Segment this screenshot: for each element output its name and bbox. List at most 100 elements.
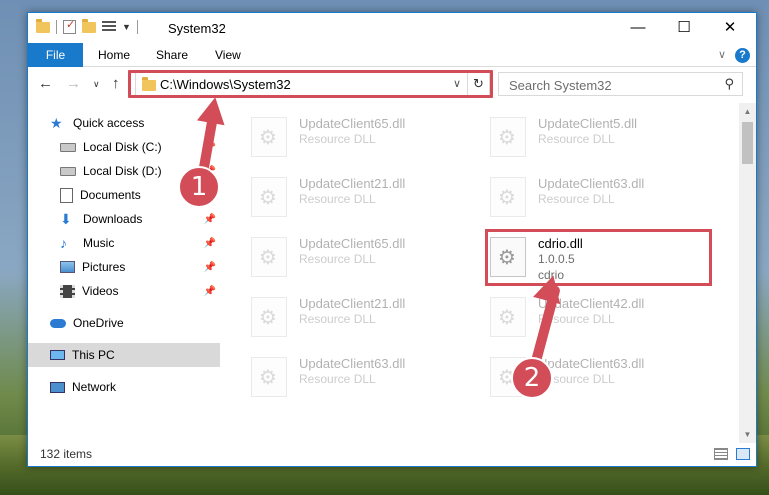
- properties-icon[interactable]: [63, 18, 76, 34]
- minimize-button[interactable]: —: [615, 13, 661, 43]
- item-count: 132 items: [40, 447, 93, 461]
- scroll-thumb[interactable]: [742, 122, 753, 164]
- title-bar: ▼ System32 — ☐ ✕: [28, 13, 756, 43]
- nav-item-quick-access[interactable]: ★ Quick access: [50, 111, 220, 135]
- nav-item-downloads[interactable]: ⬇ Downloads 📌: [60, 207, 220, 231]
- nav-item-label: OneDrive: [73, 316, 124, 330]
- vertical-scrollbar[interactable]: ▲ ▼: [739, 103, 756, 443]
- file-name: UpdateClient63.dll: [299, 356, 406, 371]
- dll-file-icon: [490, 177, 526, 217]
- navigation-pane: ★ Quick access Local Disk (C:) 📌 Local D…: [28, 103, 223, 443]
- nav-item-pictures[interactable]: Pictures 📌: [60, 255, 220, 279]
- callout-arrowhead-1: [196, 94, 230, 126]
- tab-share[interactable]: Share: [156, 43, 188, 67]
- help-icon[interactable]: ?: [735, 48, 750, 63]
- file-item[interactable]: UpdateClient21.dll Resource DLL: [241, 289, 471, 341]
- nav-item-label: Documents: [80, 188, 141, 202]
- ribbon-tabs: File Home Share View ∨ ?: [28, 43, 756, 67]
- dll-file-icon: [490, 297, 526, 337]
- scroll-down-icon[interactable]: ▼: [739, 426, 756, 443]
- dll-file-icon: [251, 357, 287, 397]
- file-name: UpdateClient65.dll: [299, 236, 406, 251]
- nav-item-this-pc[interactable]: This PC: [28, 343, 220, 367]
- file-description: Resource DLL: [299, 192, 376, 206]
- file-description: Resource DLL: [299, 372, 376, 386]
- file-description: Resource DLL: [299, 252, 376, 266]
- search-box[interactable]: Search System32 ⚲: [498, 72, 743, 96]
- divider: [56, 20, 57, 34]
- star-icon: ★: [50, 115, 63, 131]
- dll-file-icon: [251, 117, 287, 157]
- nav-item-label: This PC: [72, 348, 115, 362]
- search-icon[interactable]: ⚲: [724, 76, 734, 92]
- file-description: Resource DLL: [538, 132, 615, 146]
- file-item[interactable]: UpdateClient21.dll Resource DLL: [241, 169, 471, 221]
- customize-toolbar-icon[interactable]: ▼: [122, 22, 131, 32]
- download-icon: ⬇: [60, 211, 72, 227]
- nav-item-local-disk-c[interactable]: Local Disk (C:) 📌: [60, 135, 220, 159]
- file-item[interactable]: UpdateClient65.dll Resource DLL: [241, 229, 471, 281]
- file-item[interactable]: UpdateClient42.dll Resource DLL: [480, 289, 710, 341]
- window-title: System32: [168, 21, 226, 36]
- file-name: UpdateClient21.dll: [299, 176, 406, 191]
- pc-icon: [50, 350, 65, 360]
- nav-item-label: Local Disk (C:): [83, 140, 162, 154]
- expand-ribbon-icon[interactable]: ∨: [718, 48, 726, 61]
- file-name: UpdateClient63.dll: [538, 356, 645, 371]
- file-description: Resource DLL: [538, 192, 615, 206]
- up-arrow-icon[interactable]: ↑: [112, 75, 120, 92]
- folder-icon: [36, 18, 50, 33]
- documents-icon: [60, 187, 73, 203]
- dll-file-icon: [251, 297, 287, 337]
- file-item[interactable]: UpdateClient5.dll Resource DLL: [480, 109, 710, 161]
- nav-item-label: Quick access: [73, 116, 145, 130]
- file-description: Resource DLL: [299, 132, 376, 146]
- disk-icon: [60, 142, 76, 152]
- nav-item-label: Videos: [82, 284, 119, 298]
- details-view-icon[interactable]: [714, 448, 728, 460]
- pin-icon: 📌: [203, 237, 216, 249]
- file-item[interactable]: UpdateClient65.dll Resource DLL: [241, 109, 471, 161]
- nav-item-music[interactable]: ♪ Music 📌: [60, 231, 220, 255]
- network-icon: [50, 381, 65, 393]
- quick-access-toolbar: ▼: [36, 18, 138, 34]
- file-name: UpdateClient65.dll: [299, 116, 406, 131]
- nav-item-videos[interactable]: Videos 📌: [60, 279, 220, 303]
- nav-item-onedrive[interactable]: OneDrive: [50, 311, 220, 335]
- back-arrow-icon[interactable]: ←: [38, 75, 53, 92]
- pin-icon: 📌: [203, 285, 216, 297]
- file-item[interactable]: UpdateClient63.dll Resource DLL: [480, 169, 710, 221]
- large-icons-view-icon[interactable]: [736, 448, 750, 460]
- nav-item-label: Local Disk (D:): [83, 164, 162, 178]
- file-item[interactable]: UpdateClient63.dll Resource DLL: [241, 349, 471, 401]
- tab-file[interactable]: File: [28, 43, 83, 67]
- file-name: UpdateClient5.dll: [538, 116, 638, 131]
- address-highlight-box: [128, 70, 493, 98]
- recent-locations-icon[interactable]: ∨: [93, 79, 100, 90]
- tab-view[interactable]: View: [215, 43, 241, 67]
- tab-home[interactable]: Home: [98, 43, 130, 67]
- videos-icon: [60, 284, 75, 298]
- callout-number-1: 1: [178, 166, 220, 208]
- callout-number-2: 2: [511, 357, 553, 399]
- status-bar: 132 items: [28, 442, 756, 466]
- dll-file-icon: [490, 117, 526, 157]
- nav-item-label: Network: [72, 380, 117, 394]
- maximize-button[interactable]: ☐: [661, 13, 707, 43]
- new-folder-icon[interactable]: [82, 18, 96, 33]
- cloud-icon: [50, 318, 66, 328]
- pictures-icon: [60, 261, 75, 273]
- file-highlight-box: [485, 229, 712, 286]
- nav-item-label: Music: [83, 236, 115, 250]
- close-button[interactable]: ✕: [707, 13, 753, 43]
- forward-arrow-icon[interactable]: →: [66, 75, 81, 92]
- view-icon[interactable]: [102, 21, 116, 33]
- disk-icon: [60, 166, 76, 176]
- file-name: UpdateClient21.dll: [299, 296, 406, 311]
- dll-file-icon: [251, 237, 287, 277]
- search-placeholder[interactable]: Search System32: [509, 78, 612, 93]
- scroll-up-icon[interactable]: ▲: [739, 103, 756, 120]
- pin-icon: 📌: [203, 213, 216, 225]
- nav-item-network[interactable]: Network: [50, 375, 220, 399]
- nav-item-label: Downloads: [83, 212, 143, 226]
